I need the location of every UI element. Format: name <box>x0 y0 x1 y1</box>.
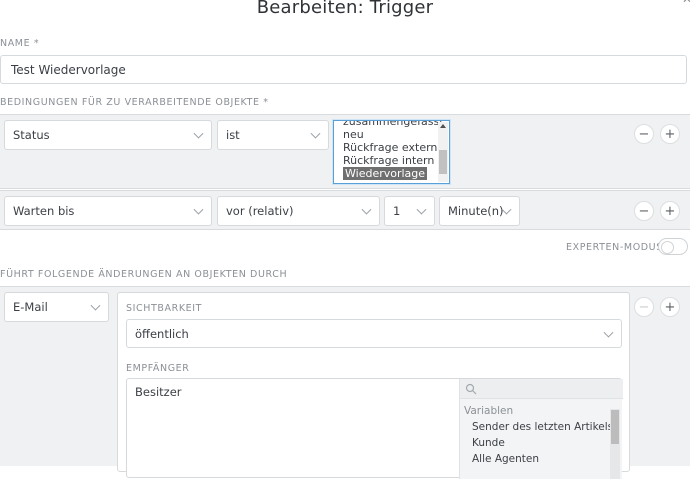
email-settings-card: SICHTBARKEIT öffentlich EMPFÄNGER Besitz… <box>117 292 630 479</box>
condition-operator-select[interactable]: ist <box>217 120 329 150</box>
close-icon[interactable]: ✕ <box>682 0 690 6</box>
variable-search-input[interactable] <box>460 379 623 399</box>
add-action-button[interactable]: + <box>660 297 680 317</box>
expert-mode-toggle[interactable] <box>658 238 688 255</box>
variable-item[interactable]: Alle Agenten <box>472 453 539 465</box>
recipient-label: EMPFÄNGER <box>126 363 190 374</box>
name-label: NAME * <box>0 38 40 49</box>
recipient-field[interactable]: Besitzer Variablen Sender des letzten Ar… <box>126 378 623 479</box>
scrollbar-thumb[interactable] <box>611 410 619 444</box>
condition-operator-value: ist <box>226 128 240 142</box>
scrollbar-thumb[interactable] <box>439 150 447 174</box>
unit-value: Minute(n) <box>448 204 504 218</box>
chevron-down-icon <box>361 204 372 215</box>
dialog-title: Bearbeiten: Trigger <box>256 0 434 18</box>
search-icon <box>465 383 477 395</box>
variables-dropdown: Variablen Sender des letzten Artikels Ku… <box>459 379 623 479</box>
listbox-option[interactable]: Rückfrage extern <box>334 141 449 154</box>
variable-item[interactable]: Kunde <box>472 437 505 449</box>
action-type-select[interactable]: E-Mail <box>4 292 109 322</box>
visibility-label: SICHTBARKEIT <box>126 303 203 314</box>
chevron-down-icon <box>193 204 204 215</box>
listbox-option[interactable]: zusammengefasst <box>334 121 449 128</box>
scroll-up-icon[interactable] <box>440 124 446 128</box>
listbox-option[interactable]: Rückfrage intern <box>334 154 449 167</box>
variable-item[interactable]: Sender des letzten Artikels <box>472 421 613 433</box>
amount-select[interactable]: 1 <box>384 196 435 226</box>
remove-action-button[interactable]: − <box>634 297 654 317</box>
toggle-knob <box>661 241 674 254</box>
add-condition-button[interactable]: + <box>660 201 680 221</box>
name-input[interactable]: Test Wiedervorlage <box>0 55 687 84</box>
condition-attribute-select[interactable]: Warten bis <box>4 196 212 226</box>
chevron-down-icon <box>416 204 427 215</box>
variables-scrollbar[interactable] <box>610 409 620 479</box>
add-condition-button[interactable]: + <box>660 124 680 144</box>
condition-operator-select[interactable]: vor (relativ) <box>217 196 380 226</box>
variables-header: Variablen <box>464 405 514 417</box>
condition-attribute-value: Warten bis <box>13 204 75 218</box>
condition-attribute-select[interactable]: Status <box>4 120 212 150</box>
listbox-option-selected[interactable]: Wiedervorlage <box>343 167 427 180</box>
chevron-down-icon <box>310 128 321 139</box>
listbox-scrollbar[interactable] <box>438 122 448 182</box>
listbox-option[interactable]: neu <box>334 128 449 141</box>
chevron-down-icon <box>90 300 101 311</box>
chevron-down-icon <box>603 327 614 338</box>
visibility-value: öffentlich <box>135 326 189 341</box>
condition-row-pending: Warten bis vor (relativ) 1 Minute(n) − + <box>0 190 690 230</box>
status-value-listbox[interactable]: zusammengefasst neu Rückfrage extern Rüc… <box>333 120 450 184</box>
conditions-label: BEDINGUNGEN FÜR ZU VERARBEITENDE OBJEKTE… <box>0 97 269 108</box>
visibility-select[interactable]: öffentlich <box>126 319 622 348</box>
condition-operator-value: vor (relativ) <box>226 204 294 218</box>
condition-row-status: Status ist zusammengefasst neu Rückfrage… <box>0 114 690 189</box>
remove-condition-button[interactable]: − <box>634 124 654 144</box>
recipient-token[interactable]: Besitzer <box>135 385 182 399</box>
action-type-value: E-Mail <box>13 300 48 314</box>
expert-mode-label: EXPERTEN-MODUS <box>566 242 663 253</box>
condition-attribute-value: Status <box>13 128 50 142</box>
amount-value: 1 <box>393 204 401 218</box>
actions-label: FÜHRT FOLGENDE ÄNDERUNGEN AN OBJEKTEN DU… <box>0 269 288 280</box>
unit-select[interactable]: Minute(n) <box>439 196 520 226</box>
action-row-email: E-Mail SICHTBARKEIT öffentlich EMPFÄNGER… <box>0 286 690 479</box>
chevron-down-icon <box>193 128 204 139</box>
remove-condition-button[interactable]: − <box>634 201 654 221</box>
